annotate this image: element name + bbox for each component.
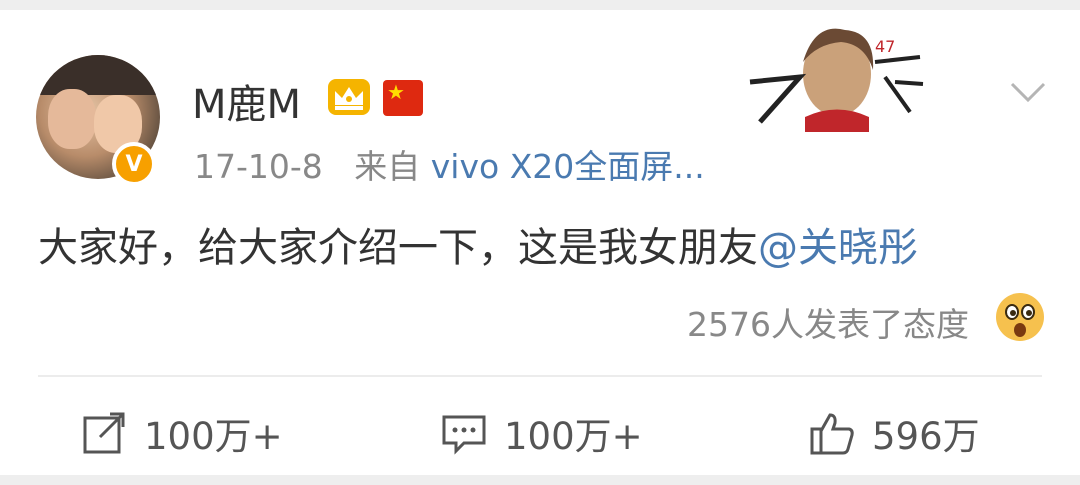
eye-right — [1021, 304, 1035, 320]
verified-v-icon: V — [112, 142, 156, 186]
repost-button[interactable]: 100万+ — [80, 408, 283, 458]
avatar-face-left — [48, 89, 96, 149]
comment-count: 100万+ — [504, 415, 643, 458]
weibo-post-card: V M鹿M ★ 17-10-8 来自 vivo X20全面屏... 47 大家好… — [0, 10, 1080, 475]
eye-left — [1005, 304, 1019, 320]
repost-count: 100万+ — [144, 415, 283, 458]
mouth — [1014, 323, 1026, 337]
crown-icon — [328, 79, 370, 115]
china-flag-icon: ★ — [383, 80, 423, 116]
source-prefix: 来自 — [354, 147, 421, 186]
mention-link[interactable]: @关晓彤 — [758, 225, 918, 271]
post-meta: 17-10-8 来自 vivo X20全面屏... — [194, 140, 705, 188]
comment-icon — [442, 415, 486, 455]
card-decoration-art: 47 — [749, 28, 924, 132]
source-device[interactable]: vivo X20全面屏... — [431, 147, 705, 186]
username[interactable]: M鹿M — [192, 72, 301, 130]
post-content: 大家好，给大家介绍一下，这是我女朋友@关晓彤 — [38, 215, 918, 273]
post-text: 大家好，给大家介绍一下，这是我女朋友 — [38, 225, 758, 271]
share-icon — [83, 412, 125, 454]
reactions-count[interactable]: 2576人发表了态度 — [687, 298, 969, 346]
surprised-face-icon[interactable] — [996, 293, 1044, 341]
chevron-down-icon[interactable] — [1008, 78, 1048, 108]
divider — [38, 375, 1042, 377]
thumbs-up-icon — [810, 413, 854, 455]
post-date: 17-10-8 — [194, 147, 323, 186]
like-button[interactable]: 596万 — [808, 408, 980, 458]
comment-button[interactable]: 100万+ — [440, 408, 643, 458]
svg-text:47: 47 — [875, 37, 895, 56]
avatar-hair — [36, 55, 160, 95]
like-count: 596万 — [872, 415, 980, 458]
flag-star-icon: ★ — [387, 80, 405, 104]
